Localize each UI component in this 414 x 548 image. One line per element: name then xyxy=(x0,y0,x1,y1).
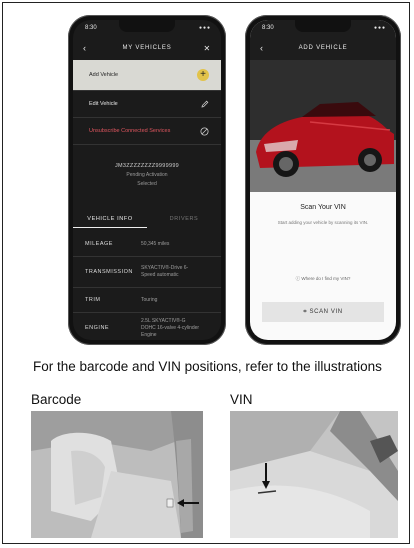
back-icon[interactable]: ‹ xyxy=(260,43,264,53)
spec-value: 50,345 miles xyxy=(141,240,170,247)
spec-key: ENGINE xyxy=(85,325,110,331)
back-icon[interactable]: ‹ xyxy=(83,43,87,53)
status-time: 8:30 xyxy=(85,25,97,31)
phone-notch xyxy=(295,20,351,32)
unsubscribe-item[interactable]: Unsubscribe Connected Services xyxy=(73,118,221,145)
spec-value: 2.5L SKYACTIV®-G DOHC 16-valve 4-cylinde… xyxy=(141,317,200,338)
scan-subtitle: Start adding your vehicle by scanning it… xyxy=(277,220,369,225)
spec-key: MILEAGE xyxy=(85,241,113,247)
signal-icon: ●●● xyxy=(198,25,211,31)
scan-title: Scan Your VIN xyxy=(300,204,346,211)
spec-value: SKYACTIV®-Drive 6-Speed automatic xyxy=(141,265,189,278)
spec-row: TRANSMISSION SKYACTIV®-Drive 6-Speed aut… xyxy=(73,257,221,288)
vehicle-status: Pending Activation xyxy=(126,172,168,178)
vehicle-menu: Add Vehicle + Edit Vehicle Unsubscribe C… xyxy=(73,60,221,145)
vehicle-vin: JM3ZZZZZZZZ9999999 xyxy=(114,163,180,169)
red-car-illustration xyxy=(250,60,396,192)
phone-my-vehicles: 8:30 ●●● ‹ MY VEHICLES ✕ Add Vehicle + E… xyxy=(68,15,226,345)
scan-vin-button[interactable]: ⌗ SCAN VIN xyxy=(262,302,384,322)
spec-row: MILEAGE 50,345 miles xyxy=(73,232,221,257)
status-time: 8:30 xyxy=(262,25,274,31)
phone-notch xyxy=(119,20,175,32)
car-seat-illustration xyxy=(31,411,203,538)
spec-value: Touring xyxy=(141,296,158,303)
barcode-location-photo xyxy=(31,411,203,538)
edit-vehicle-label: Edit Vehicle xyxy=(89,101,118,107)
find-vin-link[interactable]: ⓘ Where do I find my VIN? xyxy=(250,276,396,282)
vehicle-tabs: VEHICLE INFO DRIVERS xyxy=(73,210,221,228)
instruction-text: For the barcode and VIN positions, refer… xyxy=(33,359,382,374)
navbar: ‹ MY VEHICLES ✕ xyxy=(73,38,221,58)
plus-icon[interactable]: + xyxy=(197,69,209,81)
dashboard-illustration xyxy=(230,411,398,538)
edit-vehicle-item[interactable]: Edit Vehicle xyxy=(73,91,221,118)
unsubscribe-label: Unsubscribe Connected Services xyxy=(89,128,171,134)
page-title: ADD VEHICLE xyxy=(298,45,348,51)
spec-key: TRANSMISSION xyxy=(85,269,133,275)
navbar: ‹ ADD VEHICLE xyxy=(250,38,396,58)
barcode-label: Barcode xyxy=(31,392,82,407)
vehicle-summary: JM3ZZZZZZZZ9999999 Pending Activation Se… xyxy=(73,162,221,189)
phone-add-vehicle: 8:30 ●●● ‹ ADD VEHICLE Scan Your VIN Sta… xyxy=(245,15,401,345)
tab-vehicle-info[interactable]: VEHICLE INFO xyxy=(73,210,147,228)
page-frame: 8:30 ●●● ‹ MY VEHICLES ✕ Add Vehicle + E… xyxy=(2,2,410,544)
spec-list: MILEAGE 50,345 miles TRANSMISSION SKYACT… xyxy=(73,232,221,340)
car-hero-image xyxy=(250,60,396,192)
no-entry-icon xyxy=(200,127,209,135)
add-vehicle-item[interactable]: Add Vehicle + xyxy=(73,60,221,91)
spec-row: ENGINE 2.5L SKYACTIV®-G DOHC 16-valve 4-… xyxy=(73,313,221,340)
signal-icon: ●●● xyxy=(373,25,386,31)
spec-key: TRIM xyxy=(85,297,101,303)
close-icon[interactable]: ✕ xyxy=(203,44,211,53)
pencil-icon xyxy=(201,100,209,108)
vin-label: VIN xyxy=(230,392,253,407)
vin-location-photo xyxy=(230,411,398,538)
add-vehicle-screen: 8:30 ●●● ‹ ADD VEHICLE Scan Your VIN Sta… xyxy=(250,20,396,340)
spec-row: TRIM Touring xyxy=(73,288,221,313)
vehicle-selected: Selected xyxy=(137,181,157,187)
add-vehicle-label: Add Vehicle xyxy=(89,72,119,78)
tab-drivers[interactable]: DRIVERS xyxy=(147,210,221,228)
my-vehicles-screen: 8:30 ●●● ‹ MY VEHICLES ✕ Add Vehicle + E… xyxy=(73,20,221,340)
page-title: MY VEHICLES xyxy=(122,45,172,51)
